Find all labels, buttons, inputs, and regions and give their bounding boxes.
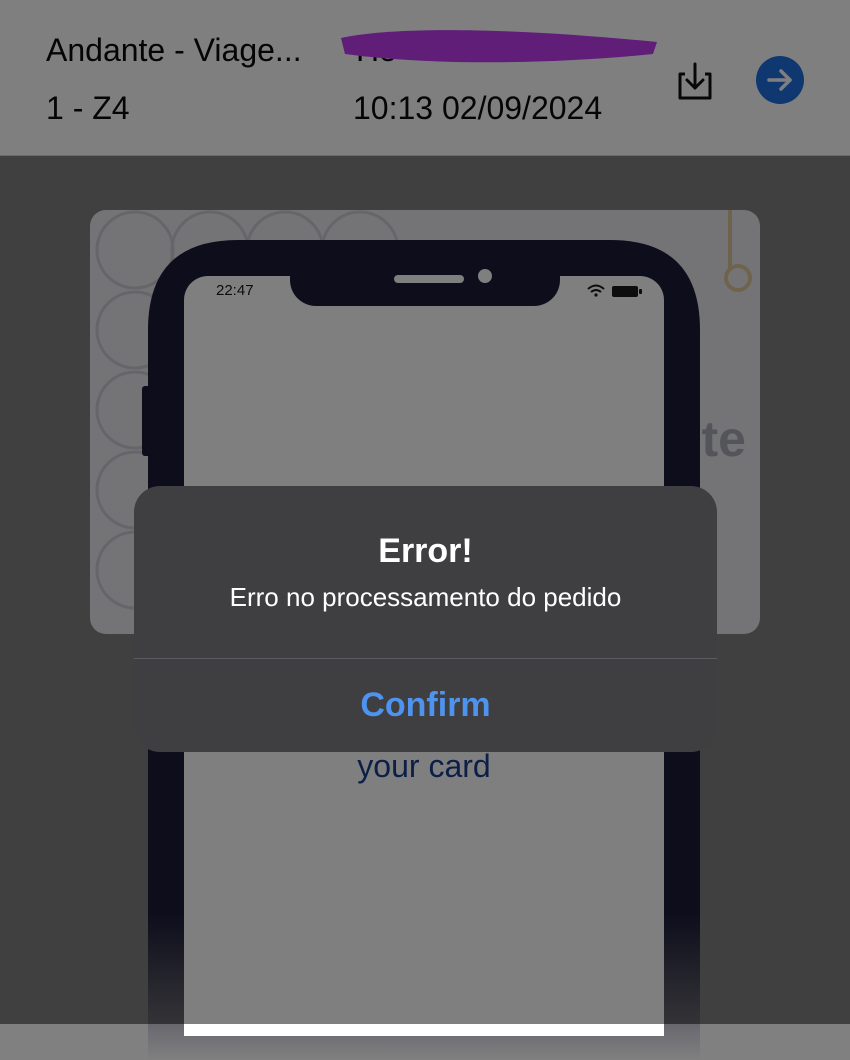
confirm-button[interactable]: Confirm xyxy=(134,659,717,752)
alert-message: Erro no processamento do pedido xyxy=(229,582,622,612)
error-alert: Error! Erro no processamento do pedido C… xyxy=(134,486,717,752)
alert-title: Error! xyxy=(378,532,473,570)
